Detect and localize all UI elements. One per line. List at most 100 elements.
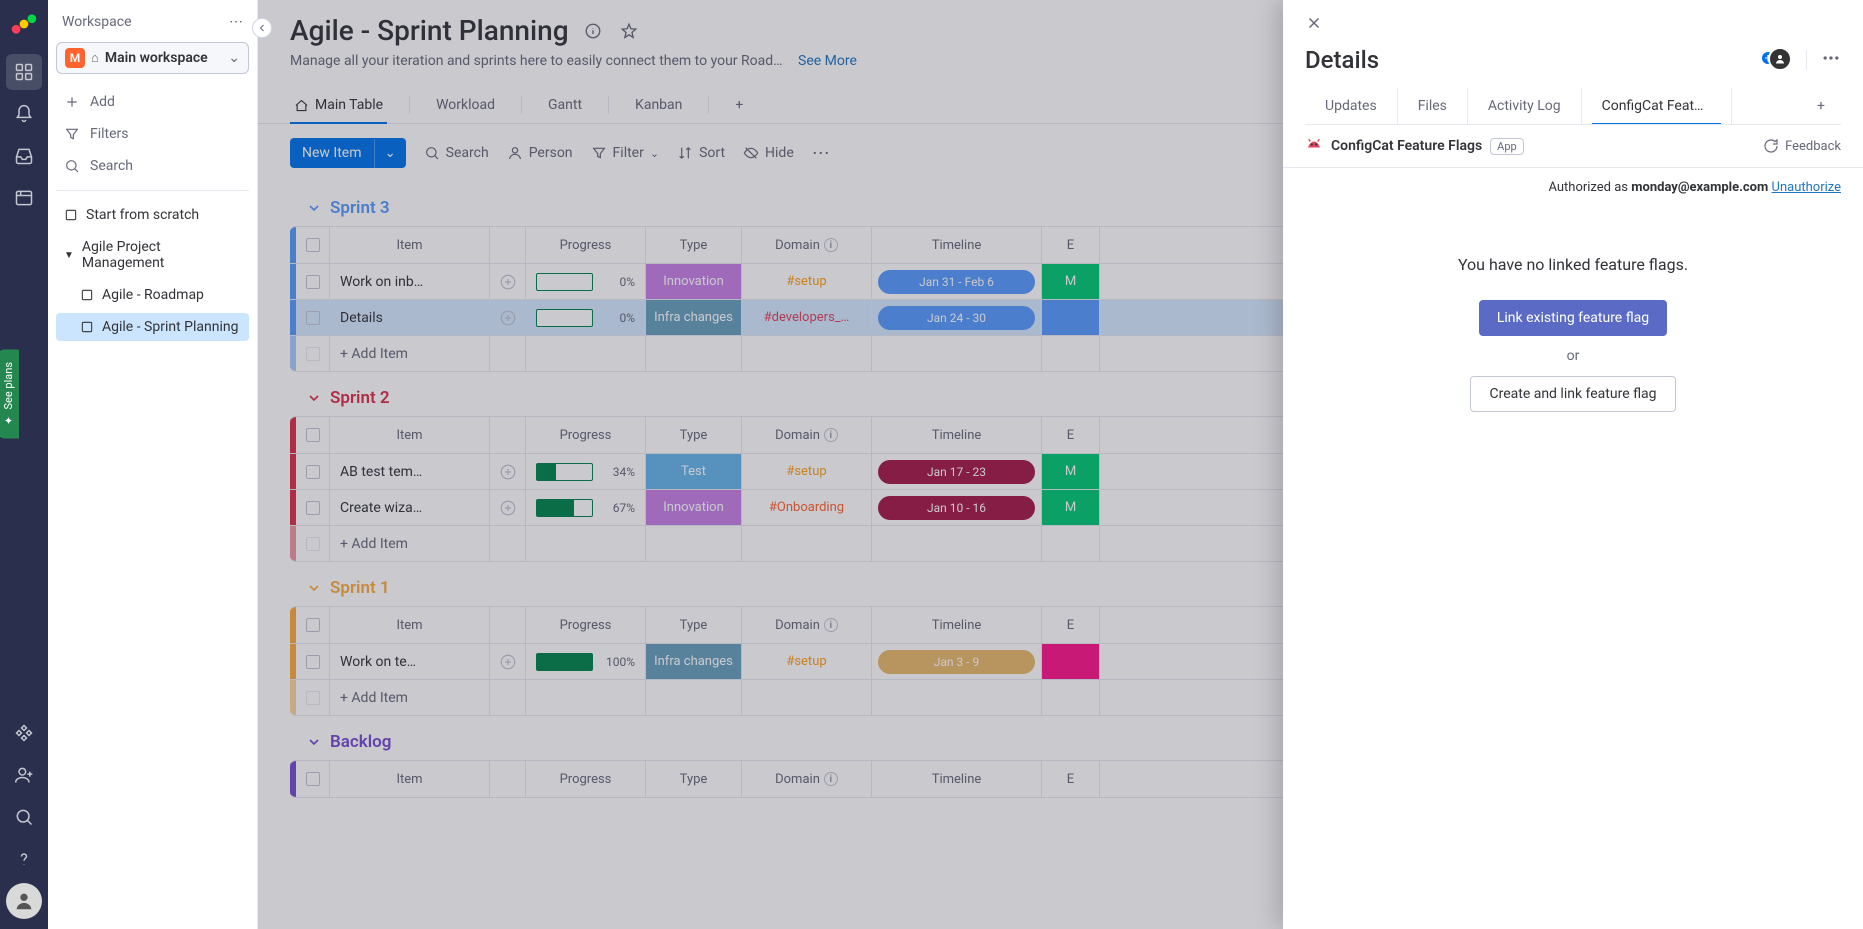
- workspace-menu-icon[interactable]: ⋯: [229, 14, 243, 30]
- effort-cell[interactable]: M: [1042, 490, 1100, 525]
- rail-notifications[interactable]: [6, 96, 42, 132]
- tool-person[interactable]: Person: [507, 145, 573, 161]
- link-flag-button[interactable]: Link existing feature flag: [1479, 300, 1667, 336]
- star-icon[interactable]: [617, 19, 641, 43]
- domain-cell[interactable]: #Onboarding: [742, 490, 872, 525]
- row-checkbox[interactable]: [296, 490, 330, 525]
- tool-hide[interactable]: Hide: [743, 145, 794, 161]
- see-plans-ribbon[interactable]: ✦ See plans: [0, 350, 19, 439]
- effort-cell[interactable]: [1042, 300, 1100, 335]
- col-domain: Domaini: [742, 607, 872, 643]
- panel-members[interactable]: +: [1760, 47, 1792, 73]
- row-checkbox[interactable]: [296, 300, 330, 335]
- domain-cell[interactable]: #developers_…: [742, 300, 872, 335]
- nav-agile-roadmap[interactable]: Agile - Roadmap: [56, 281, 249, 309]
- type-cell[interactable]: Test: [646, 454, 742, 489]
- timeline-cell[interactable]: Jan 3 - 9: [872, 644, 1042, 679]
- timeline-cell[interactable]: Jan 10 - 16: [872, 490, 1042, 525]
- sidebar-filters[interactable]: Filters: [56, 120, 249, 148]
- rail-invite[interactable]: [6, 757, 42, 793]
- progress-cell[interactable]: 100%: [526, 644, 646, 679]
- item-name[interactable]: Create wiza…: [330, 490, 490, 525]
- item-name[interactable]: Details: [330, 300, 490, 335]
- tab-main-table[interactable]: Main Table: [290, 87, 387, 123]
- tool-search[interactable]: Search: [424, 145, 489, 161]
- select-all-checkbox[interactable]: [296, 761, 330, 797]
- sidebar-add[interactable]: Add: [56, 88, 249, 116]
- tab-gantt[interactable]: Gantt: [544, 87, 586, 123]
- rail-inbox[interactable]: [6, 138, 42, 174]
- expand-icon[interactable]: [490, 264, 526, 299]
- monday-logo-icon[interactable]: [10, 10, 38, 38]
- board-title: Agile - Sprint Planning: [290, 14, 569, 47]
- panel-tab-add[interactable]: +: [1801, 88, 1841, 124]
- panel-tab-activity[interactable]: Activity Log: [1468, 88, 1582, 124]
- chevron-down-icon[interactable]: ⌄: [374, 139, 406, 168]
- row-checkbox[interactable]: [296, 644, 330, 679]
- type-cell[interactable]: Innovation: [646, 490, 742, 525]
- sidebar-search[interactable]: Search: [56, 152, 249, 180]
- sidebar-collapse-handle[interactable]: [252, 18, 272, 38]
- unauthorize-link[interactable]: Unauthorize: [1772, 180, 1841, 195]
- info-icon[interactable]: [581, 19, 605, 43]
- expand-icon[interactable]: [490, 300, 526, 335]
- chevron-down-icon: ⌄: [228, 50, 240, 66]
- see-more-link[interactable]: See More: [798, 53, 857, 69]
- rail-workspaces[interactable]: [6, 54, 42, 90]
- add-item-button[interactable]: + Add Item: [330, 680, 490, 715]
- panel-tab-configcat[interactable]: ConfigCat Feature …: [1582, 88, 1732, 124]
- tool-sort[interactable]: Sort: [677, 145, 725, 161]
- domain-cell[interactable]: #setup: [742, 264, 872, 299]
- panel-tab-files[interactable]: Files: [1398, 88, 1468, 124]
- progress-cell[interactable]: 34%: [526, 454, 646, 489]
- domain-cell[interactable]: #setup: [742, 644, 872, 679]
- select-all-checkbox[interactable]: [296, 417, 330, 453]
- rail-search[interactable]: [6, 799, 42, 835]
- home-icon: ⌂: [91, 50, 99, 66]
- add-item-button[interactable]: + Add Item: [330, 526, 490, 561]
- type-cell[interactable]: Innovation: [646, 264, 742, 299]
- progress-cell[interactable]: 0%: [526, 300, 646, 335]
- select-all-checkbox[interactable]: [296, 607, 330, 643]
- new-item-button[interactable]: New Item ⌄: [290, 138, 406, 168]
- timeline-cell[interactable]: Jan 17 - 23: [872, 454, 1042, 489]
- rail-help[interactable]: [6, 841, 42, 877]
- item-name[interactable]: AB test tem…: [330, 454, 490, 489]
- tool-filter[interactable]: Filter ⌄: [591, 145, 660, 161]
- domain-cell[interactable]: #setup: [742, 454, 872, 489]
- nav-folder-agile[interactable]: ▼Agile Project Management: [56, 233, 249, 277]
- panel-tab-updates[interactable]: Updates: [1305, 88, 1398, 124]
- panel-close-button[interactable]: [1305, 14, 1841, 36]
- add-item-button[interactable]: + Add Item: [330, 336, 490, 371]
- nav-agile-sprint-planning[interactable]: Agile - Sprint Planning: [56, 313, 249, 341]
- rail-my-work[interactable]: [6, 180, 42, 216]
- panel-more-button[interactable]: [1821, 48, 1841, 72]
- expand-icon[interactable]: [490, 644, 526, 679]
- tab-workload[interactable]: Workload: [432, 87, 499, 123]
- effort-cell[interactable]: [1042, 644, 1100, 679]
- effort-cell[interactable]: M: [1042, 454, 1100, 489]
- rail-user-avatar[interactable]: [6, 883, 42, 919]
- expand-icon[interactable]: [490, 490, 526, 525]
- type-cell[interactable]: Infra changes: [646, 300, 742, 335]
- tab-kanban[interactable]: Kanban: [631, 87, 686, 123]
- item-name[interactable]: Work on te…: [330, 644, 490, 679]
- progress-cell[interactable]: 67%: [526, 490, 646, 525]
- row-checkbox[interactable]: [296, 264, 330, 299]
- nav-start-from-scratch[interactable]: Start from scratch: [56, 201, 249, 229]
- tool-more[interactable]: ⋯: [812, 143, 830, 164]
- expand-icon[interactable]: [490, 454, 526, 489]
- feedback-button[interactable]: Feedback: [1763, 138, 1841, 154]
- create-flag-button[interactable]: Create and link feature flag: [1470, 376, 1675, 412]
- tab-add[interactable]: +: [731, 87, 747, 123]
- select-all-checkbox[interactable]: [296, 227, 330, 263]
- effort-cell[interactable]: M: [1042, 264, 1100, 299]
- timeline-cell[interactable]: Jan 24 - 30: [872, 300, 1042, 335]
- rail-apps[interactable]: [6, 715, 42, 751]
- progress-cell[interactable]: 0%: [526, 264, 646, 299]
- row-checkbox[interactable]: [296, 454, 330, 489]
- workspace-selector[interactable]: M ⌂ Main workspace ⌄: [56, 42, 249, 74]
- item-name[interactable]: Work on inb…: [330, 264, 490, 299]
- timeline-cell[interactable]: Jan 31 - Feb 6: [872, 264, 1042, 299]
- type-cell[interactable]: Infra changes: [646, 644, 742, 679]
